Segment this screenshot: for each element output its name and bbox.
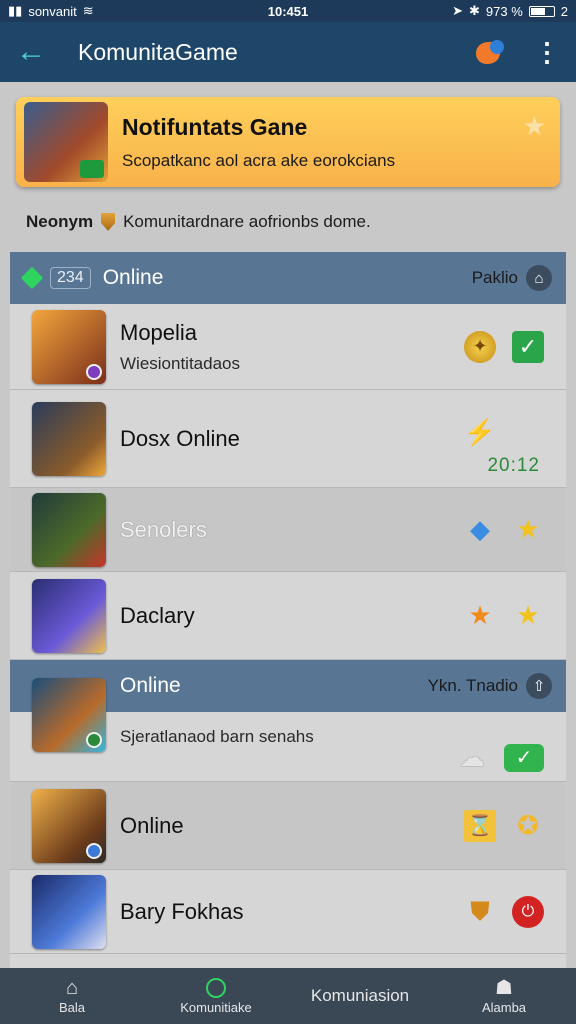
clock-icon — [206, 977, 226, 998]
list-item-text: Mopelia Wiesiontitadaos — [120, 320, 464, 374]
section-header-online: 234 Online Paklio ⌂ — [10, 252, 566, 304]
info-text: Komunitardnare aofrionbs dome. — [123, 212, 371, 231]
avatar — [32, 401, 106, 476]
notification-text: Notifuntats Gane Scopatkanc aol acra ake… — [122, 114, 395, 171]
puzzle-icon[interactable]: ◆ — [464, 514, 496, 546]
avatar-overlay-icon — [86, 363, 102, 380]
section-header-right[interactable]: Ykn. Tnadio ⇧ — [428, 673, 552, 699]
avatar — [32, 309, 106, 384]
avatar-overlay-icon — [86, 732, 102, 748]
app-bar: ← KomunitaGame ⋮ — [0, 22, 576, 82]
timer-label: 20:12 — [487, 455, 540, 476]
nav-item-profile[interactable]: ☗ Alamba — [432, 978, 576, 1015]
section-title: Online — [120, 674, 181, 697]
power-icon[interactable]: ⏻ — [512, 895, 544, 928]
check-icon[interactable]: ✓ — [504, 743, 544, 772]
section-right-label: Ykn. Tnadio — [427, 676, 518, 695]
app-bar-actions: ⋮ — [474, 38, 560, 66]
game-badge-icon — [80, 160, 104, 178]
list-item-text: Dosx Online — [120, 426, 464, 452]
avatar — [32, 678, 106, 752]
nav-label: Komunitiake — [180, 999, 252, 1015]
more-options-icon[interactable]: ⋮ — [534, 39, 560, 65]
shield-icon[interactable]: ⛊ — [464, 896, 496, 928]
list-item-title: Mopelia — [120, 319, 198, 345]
star-icon[interactable]: ★ — [512, 600, 544, 632]
nav-label: Komuniasion — [310, 986, 410, 1005]
status-bar: ▮▮ sonvanit ≋ 10:451 ➤ ✱ 973 % 2 — [0, 0, 576, 22]
avatar — [32, 874, 106, 949]
list-item-subtitle: Sjeratlanaod barn senahs — [120, 726, 314, 746]
upload-icon: ⇧ — [526, 673, 552, 699]
list-item-actions: ⌛ ✪ — [464, 809, 544, 842]
list-item-text: Bary Fokhas — [120, 899, 464, 925]
avatar — [32, 492, 106, 567]
bottom-navigation: ⌂ Bala Komunitiake Komuniasion ☗ Alamba — [0, 968, 576, 1024]
notifications-badge-icon[interactable] — [474, 38, 508, 66]
list-item[interactable]: Daclary ★ ★ — [10, 572, 566, 660]
cloud-icon[interactable]: ☁ — [456, 742, 488, 774]
notification-title: Notifuntats Gane — [122, 113, 308, 140]
list-item-title: Dosx Online — [120, 425, 240, 451]
shield-icon — [101, 213, 116, 231]
list-item-actions: ☁ ✓ — [456, 742, 544, 774]
avatar-overlay-icon — [86, 842, 102, 859]
notification-thumbnail — [24, 102, 108, 182]
list-item-text: Daclary — [120, 603, 464, 629]
notification-card[interactable]: Notifuntats Gane Scopatkanc aol acra ake… — [16, 97, 560, 187]
nav-label: Alamba — [481, 999, 527, 1015]
star-box-icon[interactable]: ✪ — [512, 810, 544, 842]
list-item[interactable]: Bary Fokhas ⛊ ⏻ — [10, 870, 566, 954]
star-icon[interactable]: ★ — [464, 600, 496, 632]
lock-icon: ⌂ — [526, 265, 552, 291]
status-time: 10:451 — [267, 3, 309, 19]
info-line: Neonym Komunitardnare aofrionbs dome. — [26, 212, 371, 232]
section-right-label: Paklio — [471, 268, 518, 287]
home-icon: ⌂ — [65, 976, 79, 999]
list-item-actions: ⚡ — [464, 416, 544, 448]
coin-icon[interactable]: ✦ — [464, 330, 496, 363]
nav-label: Bala — [58, 999, 86, 1015]
list-item-actions: ⛊ ⏻ — [464, 895, 544, 928]
star-icon[interactable]: ★ — [512, 514, 544, 546]
back-arrow-icon[interactable]: ← — [16, 35, 56, 69]
hourglass-icon[interactable]: ⌛ — [464, 809, 496, 842]
list-item-actions: ✦ ✓ — [464, 330, 544, 363]
notification-subtitle: Scopatkanc aol acra ake eorokcians — [122, 150, 396, 170]
list-item-actions: ◆ ★ — [464, 514, 544, 546]
section-header-right[interactable]: Paklio ⌂ — [472, 265, 552, 291]
check-icon[interactable]: ✓ — [512, 330, 544, 363]
nav-item-home[interactable]: ⌂ Bala — [0, 978, 144, 1015]
section-title: Online — [102, 266, 164, 289]
list-item-partial — [10, 954, 566, 968]
list-item[interactable]: Dosx Online ⚡ 20:12 — [10, 390, 566, 488]
online-count: 234 — [50, 267, 91, 289]
list-item-text: Senolers — [120, 517, 464, 543]
online-status-icon — [20, 266, 44, 290]
avatar — [32, 788, 106, 863]
nav-item-community[interactable]: Komunitiake — [144, 977, 288, 1015]
nav-item-communication[interactable]: Komuniasion — [288, 986, 432, 1006]
list-item-title: Senolers — [120, 516, 207, 542]
page-title: KomunitaGame — [78, 38, 238, 65]
list-item[interactable]: Mopelia Wiesiontitadaos ✦ ✓ — [10, 304, 566, 390]
list-item-actions: ★ ★ — [464, 600, 544, 632]
battery-icon — [528, 5, 555, 17]
list-item-text: Online — [120, 813, 464, 839]
list-item[interactable]: Online ⌛ ✪ — [10, 782, 566, 870]
info-user-name: Neonym — [26, 212, 94, 231]
list-item[interactable]: Senolers ◆ ★ — [10, 488, 566, 572]
avatar — [32, 578, 106, 653]
list-item-subtitle: Wiesiontitadaos — [120, 353, 241, 373]
list-item-title: Bary Fokhas — [120, 898, 244, 924]
lightning-icon[interactable]: ⚡ — [464, 416, 496, 448]
list-item-title: Daclary — [120, 602, 195, 628]
favorite-star-icon[interactable]: ★ — [523, 111, 546, 142]
profile-icon: ☗ — [495, 976, 513, 999]
list-item-title: Online — [120, 812, 184, 838]
